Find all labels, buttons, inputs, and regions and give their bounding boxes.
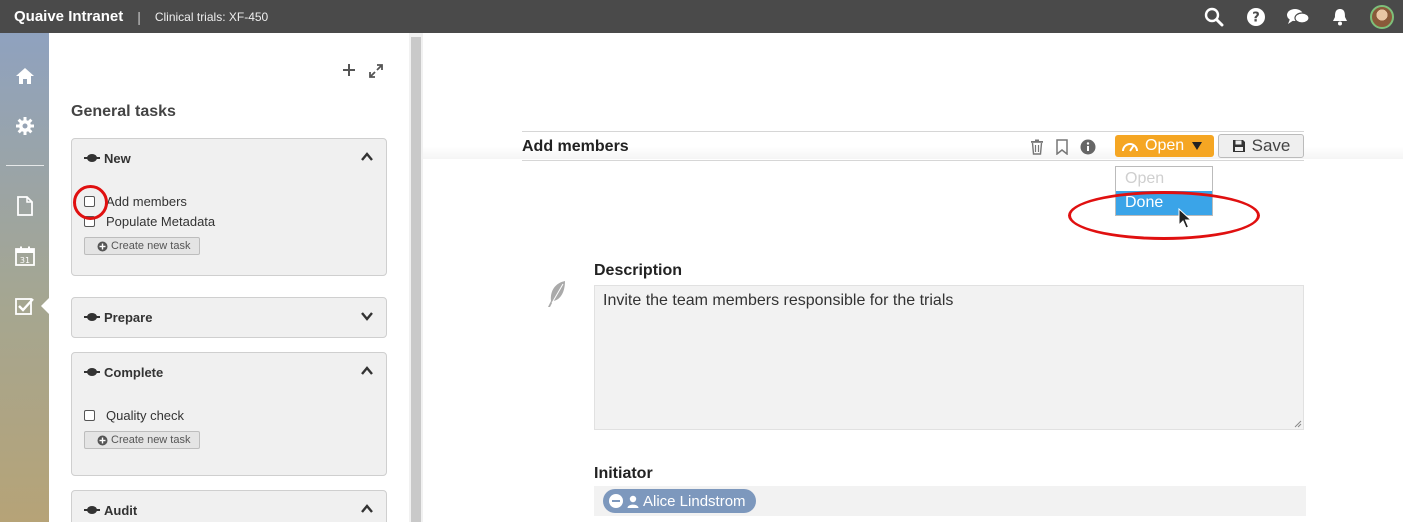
floppy-icon <box>1232 140 1245 152</box>
svg-text:?: ? <box>1252 10 1260 25</box>
description-field[interactable]: Invite the team members responsible for … <box>594 285 1304 430</box>
create-task-button[interactable]: Create new task <box>84 237 201 255</box>
initiator-pill[interactable]: Alice Lindstrom <box>603 489 756 513</box>
bookmark-icon[interactable] <box>1056 139 1068 160</box>
task-title[interactable]: Add members <box>522 138 629 156</box>
group-header[interactable]: Complete <box>72 353 386 391</box>
trash-icon[interactable] <box>1030 139 1044 160</box>
create-task-label: Create new task <box>111 240 191 252</box>
milestone-icon <box>84 506 100 514</box>
create-task-button[interactable]: Create new task <box>84 431 201 449</box>
sidebar-scrollbar[interactable] <box>409 33 423 522</box>
document-icon[interactable] <box>0 186 49 226</box>
bell-icon[interactable] <box>1319 0 1361 33</box>
save-label: Save <box>1251 136 1291 155</box>
initiator-name: Alice Lindstrom <box>643 492 746 510</box>
save-button[interactable]: Save <box>1218 134 1304 158</box>
dropdown-option-open[interactable]: Open <box>1116 167 1212 191</box>
task-actions <box>1030 139 1096 160</box>
workflow-state-button[interactable]: Open <box>1115 135 1214 157</box>
milestone-icon <box>84 313 100 321</box>
rail-divider <box>6 165 44 166</box>
avatar[interactable] <box>1361 0 1403 33</box>
caret-down-icon <box>1192 142 1203 150</box>
breadcrumb[interactable]: Clinical trials: XF-450 <box>155 10 268 24</box>
workflow-state-label: Open <box>1145 137 1185 154</box>
top-bar: Quaive Intranet | Clinical trials: XF-45… <box>0 0 1403 33</box>
calendar-icon[interactable]: 31 <box>0 236 49 276</box>
expand-icon[interactable] <box>368 63 384 84</box>
group-header[interactable]: New <box>72 139 386 177</box>
feather-icon <box>548 281 565 307</box>
task-sidebar: General tasks New Add members Populate M… <box>49 33 409 522</box>
plus-circle-icon <box>97 241 108 251</box>
group-label: New <box>104 150 131 166</box>
task-group-complete: Complete Quality check Create new task <box>71 352 387 476</box>
task-label[interactable]: Add members <box>106 194 187 209</box>
gauge-icon <box>1122 143 1138 152</box>
chat-icon[interactable] <box>1277 0 1319 33</box>
task-item[interactable]: Quality check <box>72 405 386 425</box>
task-label[interactable]: Quality check <box>106 408 184 423</box>
chevron-up-icon[interactable] <box>360 502 374 516</box>
plus-icon[interactable] <box>342 63 356 84</box>
info-icon[interactable] <box>1080 139 1096 160</box>
brand-link[interactable]: Quaive Intranet <box>0 8 123 25</box>
task-group-new: New Add members Populate Metadata Create… <box>71 138 387 276</box>
create-task-label: Create new task <box>111 434 191 446</box>
description-label: Description <box>594 262 683 279</box>
task-group-audit: Audit <box>71 490 387 522</box>
task-item[interactable]: Populate Metadata <box>72 211 386 231</box>
annotation-oval <box>1068 191 1260 240</box>
top-icons: ? <box>1193 0 1403 33</box>
group-label: Complete <box>104 364 164 380</box>
task-label[interactable]: Populate Metadata <box>106 214 215 229</box>
task-item[interactable]: Add members <box>72 191 386 211</box>
group-header[interactable]: Prepare <box>72 298 386 336</box>
description-text[interactable]: Invite the team members responsible for … <box>603 292 953 309</box>
chevron-up-icon[interactable] <box>360 364 374 378</box>
group-label: Audit <box>104 502 138 518</box>
scrollbar-thumb[interactable] <box>411 37 421 522</box>
chevron-up-icon[interactable] <box>360 150 374 164</box>
svg-text:31: 31 <box>19 256 29 265</box>
help-icon[interactable]: ? <box>1235 0 1277 33</box>
chevron-down-icon[interactable] <box>360 309 374 323</box>
mouse-cursor-icon <box>1178 208 1192 229</box>
home-icon[interactable] <box>0 56 49 96</box>
milestone-icon <box>84 368 100 376</box>
annotation-circle <box>73 185 108 220</box>
sidebar-title: General tasks <box>71 103 176 120</box>
group-header[interactable]: Audit <box>72 491 386 522</box>
milestone-icon <box>84 154 100 162</box>
initiator-label: Initiator <box>594 465 653 482</box>
task-checkbox[interactable] <box>84 409 95 421</box>
active-indicator <box>41 298 49 314</box>
initiator-field[interactable]: Alice Lindstrom <box>594 486 1306 516</box>
task-header: Add members Open Save <box>522 131 1304 161</box>
resize-grip-icon[interactable] <box>1294 420 1302 428</box>
task-group-prepare: Prepare <box>71 297 387 338</box>
group-label: Prepare <box>104 309 153 325</box>
breadcrumb-separator: | <box>137 8 141 25</box>
search-icon[interactable] <box>1193 0 1235 33</box>
task-detail: Add members Open Save Open Done Descript… <box>423 33 1403 522</box>
user-icon <box>627 495 639 508</box>
sidebar-tools <box>342 63 384 84</box>
plus-circle-icon <box>97 435 108 445</box>
left-rail: 31 <box>0 33 49 522</box>
gear-icon[interactable] <box>0 106 49 146</box>
remove-icon[interactable] <box>609 494 623 508</box>
